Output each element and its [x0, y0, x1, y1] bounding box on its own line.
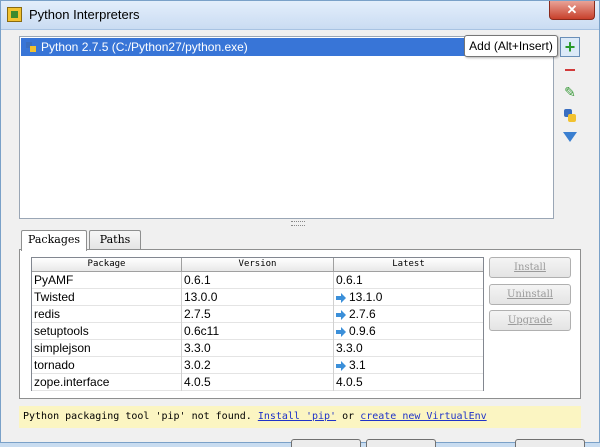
upgrade-button[interactable]: Upgrade [489, 310, 571, 331]
packages-table[interactable]: Package Version Latest PyAMF 0.6.1 0.6.1 Tw… [31, 257, 484, 391]
package-name: setuptools [32, 323, 182, 340]
cancel-button[interactable] [366, 439, 436, 447]
package-latest: 0.6.1 [336, 273, 363, 287]
package-version: 3.3.0 [182, 340, 334, 357]
package-latest: 3.3.0 [336, 341, 363, 355]
table-row[interactable]: tornado 3.0.2 3.1 [32, 357, 483, 374]
package-version: 4.0.5 [182, 374, 334, 391]
package-name: Twisted [32, 289, 182, 306]
pip-warning-text: Python packaging tool 'pip' not found. [23, 411, 252, 422]
package-name: simplejson [32, 340, 182, 357]
table-row[interactable]: PyAMF 0.6.1 0.6.1 [32, 272, 483, 289]
filter-icon [563, 132, 577, 142]
python-interpreter-button[interactable] [561, 107, 579, 125]
minus-icon [565, 69, 575, 71]
tab-packages[interactable]: Packages [21, 230, 87, 251]
install-pip-link[interactable]: Install 'pip' [258, 411, 336, 422]
package-version: 3.0.2 [182, 357, 334, 374]
ok-button[interactable] [291, 439, 361, 447]
interpreter-label: Python 2.7.5 (C:/Python27/python.exe) [41, 40, 248, 54]
package-name: redis [32, 306, 182, 323]
edit-interpreter-button[interactable]: ✎ [561, 83, 579, 101]
window-title: Python Interpreters [29, 7, 140, 22]
tab-paths[interactable]: Paths [89, 230, 141, 250]
install-button[interactable]: Install [489, 257, 571, 278]
package-version: 2.7.5 [182, 306, 334, 323]
warning-or-text: or [342, 411, 355, 422]
package-latest: 2.7.6 [334, 306, 483, 323]
table-row[interactable]: zope.interface 4.0.5 4.0.5 [32, 374, 483, 391]
table-row[interactable]: setuptools 0.6c11 0.9.6 [32, 323, 483, 340]
add-interpreter-button[interactable]: + [560, 37, 580, 57]
upgrade-arrow-icon [336, 293, 346, 303]
column-header-latest[interactable]: Latest [334, 258, 483, 271]
python-interpreters-dialog: Python Interpreters ✕ Python 2.7.5 (C:/P… [0, 0, 600, 447]
package-name: PyAMF [32, 272, 182, 289]
pip-warning-bar: Python packaging tool 'pip' not found. I… [19, 406, 581, 428]
table-row[interactable]: Twisted 13.0.0 13.1.0 [32, 289, 483, 306]
package-latest: 0.9.6 [334, 323, 483, 340]
add-tooltip: Add (Alt+Insert) [464, 35, 558, 57]
filter-button[interactable] [561, 129, 579, 147]
package-version: 0.6c11 [182, 323, 334, 340]
splitter-handle[interactable] [291, 221, 305, 226]
package-version: 0.6.1 [182, 272, 334, 289]
python-icon [26, 42, 36, 52]
interpreter-list[interactable]: Python 2.7.5 (C:/Python27/python.exe) [19, 36, 554, 219]
column-header-version[interactable]: Version [182, 258, 334, 271]
upgrade-arrow-icon [336, 361, 346, 371]
column-header-package[interactable]: Package [32, 258, 182, 271]
package-latest: 13.1.0 [334, 289, 483, 306]
pycharm-app-icon [7, 7, 22, 22]
help-button[interactable] [515, 439, 585, 447]
create-virtualenv-link[interactable]: create new VirtualEnv [360, 411, 486, 422]
package-name: zope.interface [32, 374, 182, 391]
package-name: tornado [32, 357, 182, 374]
close-button[interactable]: ✕ [549, 1, 595, 20]
package-latest: 4.0.5 [336, 375, 363, 389]
table-row[interactable]: redis 2.7.5 2.7.6 [32, 306, 483, 323]
title-bar: Python Interpreters ✕ [1, 1, 599, 30]
upgrade-arrow-icon [336, 327, 346, 337]
package-latest: 3.1 [334, 357, 483, 374]
table-header: Package Version Latest [32, 258, 483, 272]
package-version: 13.0.0 [182, 289, 334, 306]
uninstall-button[interactable]: Uninstall [489, 284, 571, 305]
table-row[interactable]: simplejson 3.3.0 3.3.0 [32, 340, 483, 357]
upgrade-arrow-icon [336, 310, 346, 320]
remove-interpreter-button[interactable] [561, 61, 579, 79]
